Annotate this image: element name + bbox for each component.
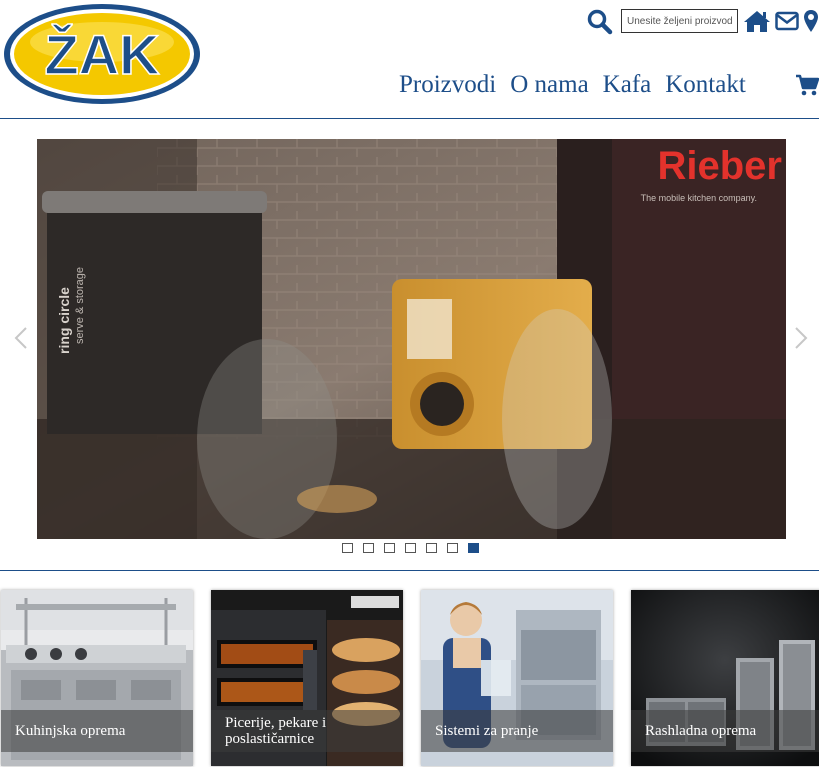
slider-dot[interactable]	[447, 543, 458, 553]
category-tiles: Kuhinjska oprema Picerije, pekare i posl…	[0, 589, 819, 767]
tile-label: Kuhinjska oprema	[15, 723, 126, 739]
slider-dot[interactable]	[405, 543, 416, 553]
tile-label: Sistemi za pranje	[435, 723, 539, 739]
cart-icon[interactable]	[795, 73, 819, 97]
category-tile-kuhinjska-oprema[interactable]: Kuhinjska oprema	[1, 590, 193, 766]
nav-item-o-nama[interactable]: O nama	[510, 71, 588, 99]
slider-pagination	[342, 543, 489, 553]
header-divider	[0, 118, 819, 119]
logo-text: ŽAK	[44, 23, 159, 86]
hero-slider[interactable]: ring circle serve & storage Rieber The m…	[37, 139, 786, 539]
slide-side-text-1: ring circle	[56, 287, 72, 354]
nav-item-kafa[interactable]: Kafa	[603, 71, 652, 99]
home-icon[interactable]	[743, 9, 771, 33]
slide-side-text-2: serve & storage	[74, 267, 86, 344]
tile-caption: Kuhinjska oprema	[1, 710, 193, 752]
search-icon[interactable]	[587, 9, 613, 35]
category-tile-rashladna-oprema[interactable]: Rashladna oprema	[631, 590, 819, 766]
tile-caption: Sistemi za pranje	[421, 710, 613, 752]
search-input[interactable]	[621, 9, 738, 33]
slider-next-arrow[interactable]	[793, 326, 809, 350]
slider-dot[interactable]	[363, 543, 374, 553]
slider-dot[interactable]	[426, 543, 437, 553]
slider-dot[interactable]	[342, 543, 353, 553]
category-tile-sistemi-za-pranje[interactable]: Sistemi za pranje	[421, 590, 613, 766]
tile-caption: Rashladna oprema	[631, 710, 819, 752]
slide-brand-text: Rieber	[658, 144, 783, 188]
slide-tagline: The mobile kitchen company.	[641, 193, 757, 203]
slider-prev-arrow[interactable]	[13, 326, 29, 350]
nav-item-kontakt[interactable]: Kontakt	[665, 71, 746, 99]
tile-caption: Picerije, pekare i poslastičarnice	[211, 710, 403, 752]
tile-label: Rashladna oprema	[645, 723, 757, 739]
slider-dot-active[interactable]	[468, 543, 479, 553]
hero-slide-image: ring circle serve & storage Rieber The m…	[37, 139, 786, 539]
tile-label: Picerije, pekare i poslastičarnice	[225, 715, 327, 747]
category-tile-picerije[interactable]: Picerije, pekare i poslastičarnice	[211, 590, 403, 766]
zak-logo[interactable]: ŽAK	[2, 2, 202, 106]
mail-icon[interactable]	[775, 10, 799, 32]
nav-item-proizvodi[interactable]: Proizvodi	[399, 71, 496, 99]
main-nav: Proizvodi O nama Kafa Kontakt	[399, 69, 760, 101]
site-header: ŽAK Proizvodi O nama Kafa Kontakt	[0, 0, 819, 118]
slider-divider	[0, 570, 819, 571]
map-pin-icon[interactable]	[803, 9, 819, 33]
slider-dot[interactable]	[384, 543, 395, 553]
